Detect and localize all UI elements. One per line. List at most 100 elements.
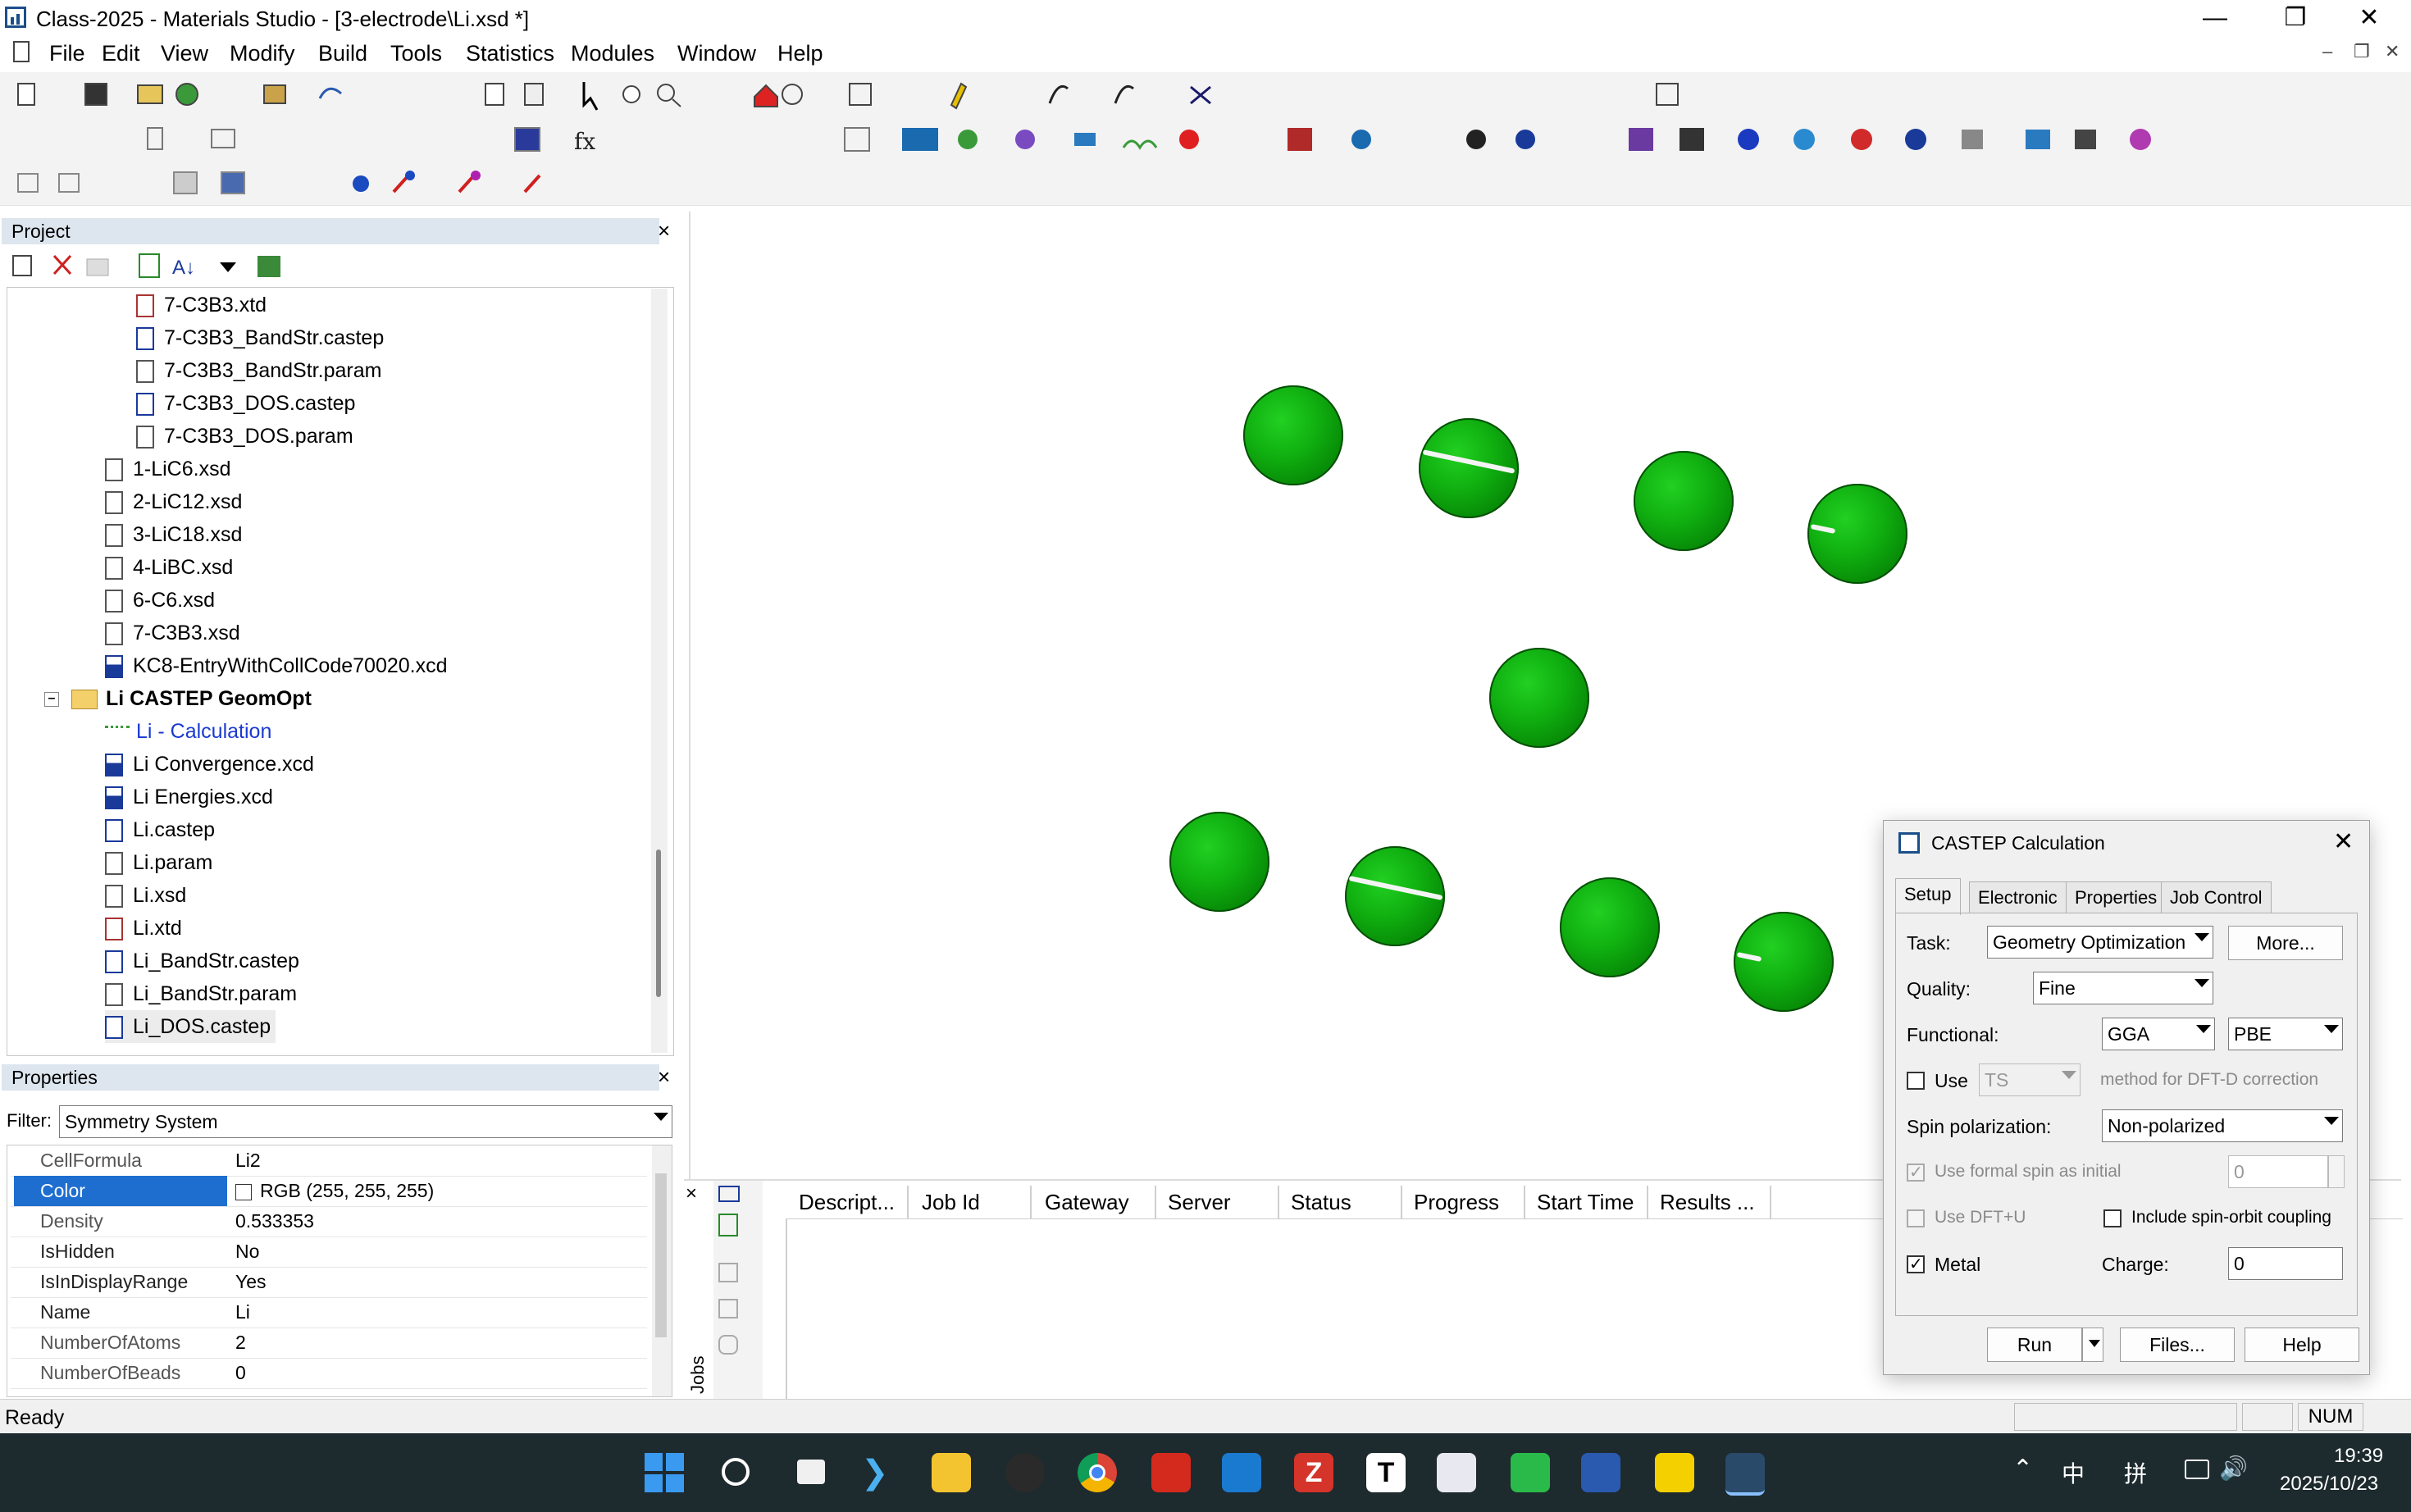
start-icon[interactable]: [645, 1453, 684, 1492]
collapse-icon[interactable]: –: [44, 692, 59, 708]
mdi-minimize-button[interactable]: –: [2322, 41, 2332, 62]
tree-item[interactable]: 7-C3B3_BandStr.param: [136, 354, 381, 387]
tree-item[interactable]: KC8-EntryWithCollCode70020.xcd: [105, 649, 448, 682]
run-button[interactable]: Run: [1987, 1328, 2082, 1362]
tree-item[interactable]: 7-C3B3_BandStr.castep: [136, 321, 384, 354]
menu-window[interactable]: Window: [677, 41, 756, 66]
pdf-reader-icon[interactable]: [1151, 1453, 1191, 1492]
tree-item[interactable]: 6-C6.xsd: [105, 584, 215, 617]
property-row[interactable]: Density 0.533353: [11, 1206, 647, 1237]
properties-close-icon[interactable]: ×: [658, 1064, 670, 1090]
tree-item[interactable]: 7-C3B3.xtd: [136, 289, 267, 321]
project-scrollbar-thumb[interactable]: [656, 849, 661, 997]
property-row[interactable]: CellFormula Li2: [11, 1145, 647, 1177]
lithium-atom[interactable]: [1734, 912, 1834, 1012]
menu-modify[interactable]: Modify: [230, 41, 295, 66]
jobs-delete-icon[interactable]: [718, 1299, 738, 1318]
property-row[interactable]: NumberOfBeads 0: [11, 1358, 647, 1389]
jobs-refresh-icon[interactable]: [718, 1214, 738, 1236]
jobs-col-progress[interactable]: Progress: [1402, 1186, 1525, 1218]
jobs-col-status[interactable]: Status: [1279, 1186, 1402, 1218]
jobs-close-icon[interactable]: ×: [686, 1182, 697, 1205]
wechat-icon[interactable]: [1511, 1453, 1550, 1492]
snipping-tool-icon[interactable]: [1437, 1453, 1476, 1492]
formal-spin-field[interactable]: 0: [2228, 1155, 2328, 1188]
standard-toolbar-icons[interactable]: [0, 72, 2411, 116]
lithium-atom[interactable]: [1489, 648, 1589, 748]
jobs-col-gateway[interactable]: Gateway: [1033, 1186, 1156, 1218]
tab-job-control[interactable]: Job Control: [2161, 881, 2272, 913]
tree-item[interactable]: Li.castep: [105, 813, 215, 846]
property-row[interactable]: Name Li: [11, 1297, 647, 1328]
tree-item[interactable]: Li_DOS.castep: [105, 1010, 276, 1043]
maximize-button[interactable]: ❐: [2260, 0, 2331, 36]
sketch-toolbar-icons[interactable]: [0, 161, 2411, 205]
tree-item[interactable]: Li Convergence.xcd: [105, 748, 314, 781]
clock-time[interactable]: 19:39: [2334, 1445, 2383, 1468]
spin-select[interactable]: Non-polarized: [2102, 1109, 2343, 1142]
tree-item[interactable]: 4-LiBC.xsd: [105, 551, 233, 584]
spin-stepper[interactable]: [2328, 1155, 2345, 1188]
tree-item[interactable]: Li.param: [105, 846, 212, 879]
mdi-restore-button[interactable]: ❐: [2354, 41, 2370, 62]
project-tree[interactable]: 7-C3B3.xtd 7-C3B3_BandStr.castep 7-C3B3_…: [8, 289, 664, 1053]
more-button[interactable]: More...: [2228, 926, 2343, 960]
jobs-view-icon[interactable]: [718, 1186, 740, 1202]
tray-chevron-icon[interactable]: ⌃: [2012, 1455, 2033, 1483]
task-select[interactable]: Geometry Optimization: [1987, 926, 2213, 959]
tree-item[interactable]: 7-C3B3.xsd: [105, 617, 240, 649]
file-explorer-icon[interactable]: [932, 1453, 971, 1492]
menu-tools[interactable]: Tools: [390, 41, 442, 66]
search-icon[interactable]: [717, 1453, 756, 1492]
color-swatch[interactable]: [235, 1183, 252, 1200]
jobs-col-job-id[interactable]: Job Id: [910, 1186, 1032, 1218]
property-row[interactable]: IsHidden No: [11, 1236, 647, 1268]
terminal-icon[interactable]: ❯: [861, 1453, 900, 1492]
quality-select[interactable]: Fine: [2033, 972, 2213, 1004]
properties-scrollbar[interactable]: [652, 1145, 672, 1396]
lithium-atom[interactable]: [1807, 484, 1907, 584]
functional-select[interactable]: GGA: [2102, 1018, 2215, 1050]
run-dropdown-button[interactable]: [2082, 1328, 2103, 1362]
formal-spin-checkbox[interactable]: ✓: [1907, 1164, 1925, 1182]
tree-item[interactable]: Li Energies.xcd: [105, 781, 273, 813]
help-button[interactable]: Help: [2245, 1328, 2359, 1362]
tree-item[interactable]: Li_BandStr.castep: [105, 945, 299, 977]
jobs-stop-icon[interactable]: [718, 1263, 738, 1282]
tree-item[interactable]: 3-LiC18.xsd: [105, 518, 242, 551]
functional-sub-select[interactable]: PBE: [2228, 1018, 2343, 1050]
jobs-col-description[interactable]: Descript...: [787, 1186, 909, 1218]
tree-item[interactable]: 7-C3B3_DOS.param: [136, 420, 353, 453]
clock-date[interactable]: 2025/10/23: [2280, 1473, 2378, 1496]
ime-mode-indicator[interactable]: 拼: [2124, 1456, 2147, 1489]
menu-statistics[interactable]: Statistics: [466, 41, 554, 66]
network-icon[interactable]: [2185, 1460, 2209, 1479]
tree-item[interactable]: Li - Calculation: [105, 715, 271, 748]
tree-item[interactable]: Li.xtd: [105, 912, 182, 945]
tab-properties[interactable]: Properties: [2066, 881, 2167, 913]
ime-language-indicator[interactable]: 中: [2062, 1456, 2085, 1489]
project-close-icon[interactable]: ×: [658, 218, 670, 244]
task-view-icon[interactable]: [792, 1453, 832, 1492]
mdi-close-button[interactable]: ✕: [2385, 41, 2400, 62]
typora-icon[interactable]: T: [1366, 1453, 1406, 1492]
lithium-atom[interactable]: [1243, 385, 1343, 485]
menu-file[interactable]: File: [49, 41, 85, 66]
volume-icon[interactable]: 🔊: [2219, 1455, 2248, 1482]
vscode-icon[interactable]: [1222, 1453, 1261, 1492]
chrome-icon[interactable]: [1078, 1453, 1117, 1492]
dftu-checkbox[interactable]: [1907, 1209, 1925, 1227]
menu-help[interactable]: Help: [777, 41, 823, 66]
menu-modules[interactable]: Modules: [571, 41, 654, 66]
tree-item[interactable]: Li_BandStr.param: [105, 977, 297, 1010]
menu-build[interactable]: Build: [318, 41, 367, 66]
menu-view[interactable]: View: [161, 41, 208, 66]
tree-folder[interactable]: – Li CASTEP GeomOpt: [44, 682, 312, 715]
dftd-checkbox[interactable]: [1907, 1072, 1925, 1090]
soc-checkbox[interactable]: [2103, 1209, 2122, 1227]
property-row[interactable]: NumberOfAtoms 2: [11, 1328, 647, 1359]
charge-field[interactable]: 0: [2228, 1247, 2343, 1280]
property-row[interactable]: IsInDisplayRange Yes: [11, 1267, 647, 1298]
filter-select[interactable]: Symmetry System: [59, 1105, 672, 1138]
materials-studio-icon[interactable]: [1725, 1453, 1765, 1496]
